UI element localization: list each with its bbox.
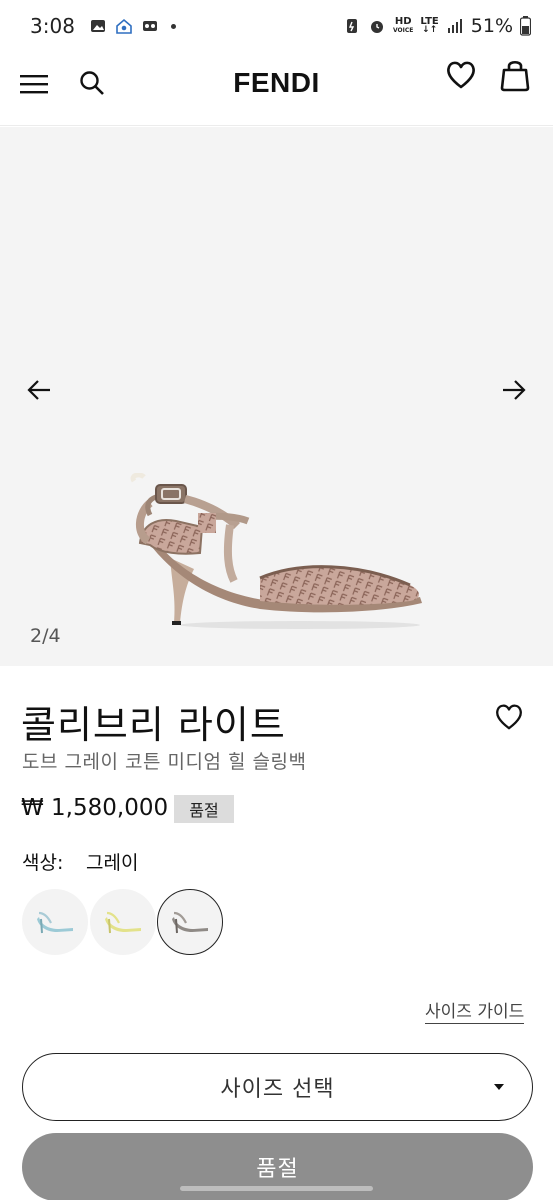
product-price: ₩ 1,580,000 xyxy=(21,795,169,821)
status-right: HD VOICE LTE ↓↑ 51% xyxy=(343,15,531,37)
size-guide-link[interactable]: 사이즈 가이드 xyxy=(425,997,525,1024)
hd-sub-label: VOICE xyxy=(393,27,414,34)
arrow-left-icon xyxy=(27,380,50,400)
swatch-shoe-thumbnail xyxy=(37,911,73,934)
size-select-label: 사이즈 선택 xyxy=(220,1077,335,1102)
sold-out-button-label: 품절 xyxy=(256,1157,299,1182)
alarm-icon xyxy=(371,21,384,33)
product-image xyxy=(130,473,422,629)
status-time: 3:08 xyxy=(30,14,75,38)
gallery-prev-button[interactable] xyxy=(24,375,54,405)
gallery-counter: 2/4 xyxy=(30,625,61,647)
battery-saver-icon xyxy=(347,19,358,33)
gallery-next-button[interactable] xyxy=(499,375,529,405)
size-select-dropdown[interactable]: 사이즈 선택 xyxy=(22,1053,533,1121)
battery-percent: 51% xyxy=(470,15,513,37)
wishlist-button[interactable] xyxy=(444,58,478,92)
shopping-bag-button[interactable] xyxy=(498,56,532,94)
color-swatch-light-blue[interactable] xyxy=(22,889,88,955)
hd-voice-indicator: HD VOICE xyxy=(393,17,413,35)
signal-icon xyxy=(447,19,462,33)
swatch-shoe-thumbnail xyxy=(172,911,208,934)
product-image-gallery[interactable]: 2/4 xyxy=(0,127,553,666)
heart-icon xyxy=(447,61,475,89)
location-home-icon xyxy=(116,18,132,34)
status-bar: 3:08 HD VOICE LTE ↓↑ 51% xyxy=(0,0,553,52)
caret-down-icon xyxy=(494,1084,504,1090)
color-label: 색상: xyxy=(22,852,64,874)
home-indicator[interactable] xyxy=(180,1186,373,1191)
lte-indicator: LTE ↓↑ xyxy=(420,17,438,35)
product-title: 콜리브리 라이트 xyxy=(21,703,286,747)
arrow-right-icon xyxy=(503,380,526,400)
color-value: 그레이 xyxy=(86,852,139,874)
voicemail-icon xyxy=(142,21,157,31)
gallery-icon xyxy=(90,20,105,32)
status-left: 3:08 xyxy=(30,14,176,38)
product-subtitle: 도브 그레이 코튼 미디엄 힐 슬링백 xyxy=(22,751,307,773)
battery-icon xyxy=(520,16,531,36)
data-arrows-icon: ↓↑ xyxy=(422,25,438,35)
shopping-bag-icon xyxy=(500,60,530,92)
app-header: FENDI xyxy=(0,52,553,126)
hd-label: HD xyxy=(394,16,412,27)
color-swatch-yellow[interactable] xyxy=(90,889,156,955)
color-swatch-gray-selected[interactable] xyxy=(157,889,223,955)
heart-icon xyxy=(496,704,522,730)
product-wishlist-button[interactable] xyxy=(494,703,524,731)
notification-dot-icon xyxy=(170,23,176,29)
swatch-shoe-thumbnail xyxy=(105,911,141,934)
sold-out-badge: 품절 xyxy=(174,795,234,823)
